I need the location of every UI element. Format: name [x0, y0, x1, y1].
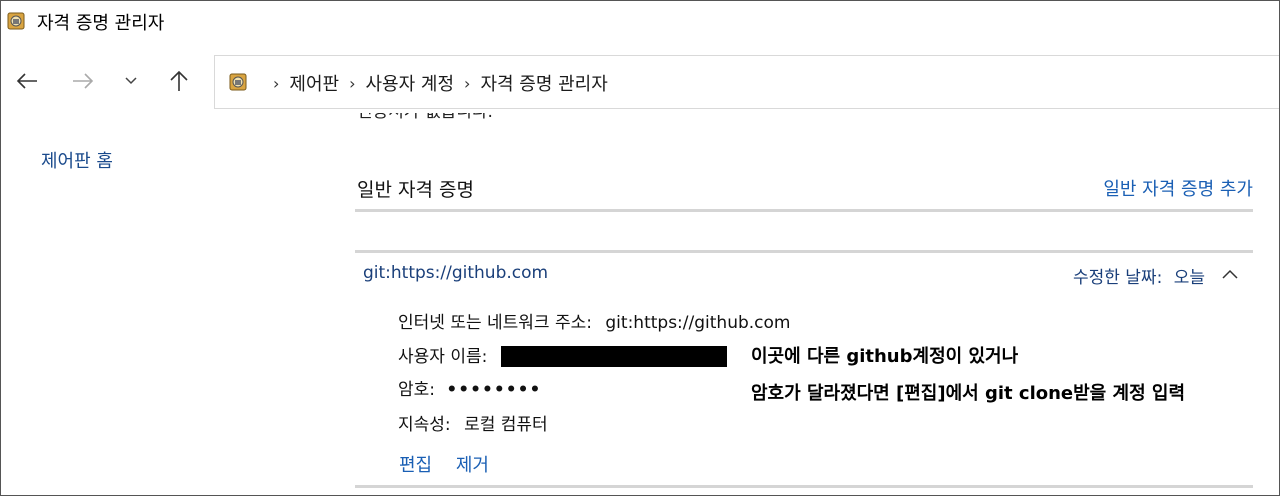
remove-link[interactable]: 제거 [456, 455, 489, 476]
modified-value: 오늘 [1173, 268, 1205, 288]
section-title: 일반 자격 증명 [357, 179, 474, 201]
arrow-right-icon [73, 73, 94, 89]
cut-off-text: 인증서가 없습니다. [357, 113, 493, 125]
credential-name[interactable]: git:https://github.com [363, 263, 548, 283]
navigation-bar: › 제어판 › 사용자 계정 › 자격 증명 관리자 [1, 41, 1279, 113]
password-row: 암호: •••••••• [398, 375, 541, 400]
chevron-down-icon [125, 77, 137, 85]
annotation-line-1: 이곳에 다른 github계정이 있거나 [751, 346, 1019, 367]
username-row: 사용자 이름: [398, 342, 727, 368]
annotation-line-2: 암호가 달라졌다면 [편집]에서 git clone받을 계정 입력 [751, 383, 1186, 404]
up-button[interactable] [163, 65, 195, 97]
arrow-left-icon [16, 73, 37, 89]
address-bar[interactable]: › 제어판 › 사용자 계정 › 자격 증명 관리자 [214, 55, 1279, 109]
credential-divider [355, 250, 1253, 253]
breadcrumb-control-panel[interactable]: 제어판 [289, 70, 339, 96]
modified-label: 수정한 날짜: [1072, 268, 1163, 288]
address-value: git:https://github.com [605, 313, 791, 333]
credential-manager-icon [7, 12, 25, 30]
title-bar: 자격 증명 관리자 [1, 1, 1279, 41]
persistence-label: 지속성: [398, 415, 451, 435]
persistence-row: 지속성: 로컬 컴퓨터 [398, 410, 548, 435]
chevron-up-icon [1222, 269, 1238, 279]
edit-link[interactable]: 편집 [399, 455, 432, 476]
credential-manager-icon [229, 73, 247, 91]
address-label: 인터넷 또는 네트워크 주소: [398, 313, 592, 333]
control-panel-home-link[interactable]: 제어판 홈 [41, 147, 113, 173]
breadcrumb: › 제어판 › 사용자 계정 › 자격 증명 관리자 [263, 70, 608, 96]
modified-date: 수정한 날짜: 오늘 [1073, 263, 1205, 288]
arrow-up-icon [170, 70, 188, 91]
breadcrumb-separator: › [349, 73, 356, 93]
credential-actions: 편집 제거 [399, 451, 507, 477]
persistence-value: 로컬 컴퓨터 [464, 415, 548, 435]
username-label: 사용자 이름: [398, 347, 488, 367]
collapse-button[interactable] [1219, 263, 1241, 285]
address-row: 인터넷 또는 네트워크 주소: git:https://github.com [398, 308, 790, 333]
credential-bottom-divider [355, 485, 1253, 488]
forward-button[interactable] [67, 65, 99, 97]
add-generic-credential-link[interactable]: 일반 자격 증명 추가 [1103, 175, 1253, 201]
password-value: •••••••• [446, 380, 542, 400]
recent-locations-button[interactable] [115, 65, 147, 97]
section-divider [355, 209, 1253, 212]
main-content: 인증서가 없습니다. 일반 자격 증명 일반 자격 증명 추가 git:http… [341, 113, 1279, 496]
breadcrumb-separator: › [273, 73, 280, 93]
window-title: 자격 증명 관리자 [37, 13, 165, 34]
breadcrumb-credential-manager[interactable]: 자격 증명 관리자 [480, 70, 607, 96]
back-button[interactable] [11, 65, 43, 97]
password-label: 암호: [398, 380, 436, 400]
redacted-username [500, 345, 727, 367]
left-pane: 제어판 홈 [1, 113, 341, 496]
breadcrumb-user-accounts[interactable]: 사용자 계정 [366, 70, 455, 96]
breadcrumb-separator: › [464, 73, 471, 93]
